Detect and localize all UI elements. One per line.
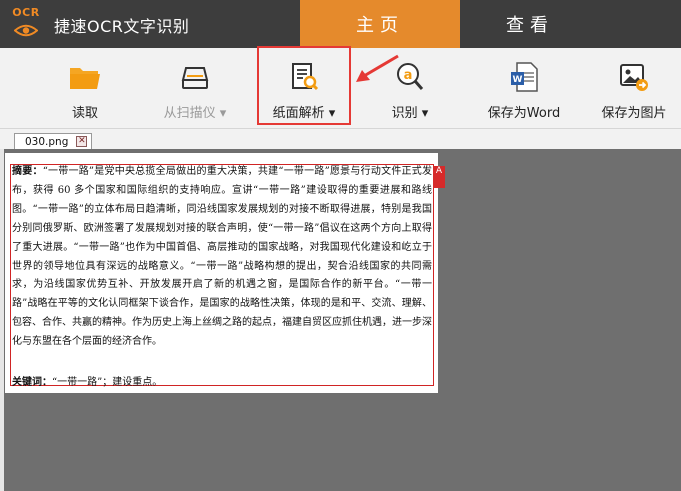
app-logo: OCR (9, 6, 43, 44)
read-button[interactable]: 读取 (50, 48, 120, 128)
read-label: 读取 (71, 106, 98, 121)
svg-text:W: W (513, 75, 523, 85)
scanner-icon (181, 67, 209, 89)
document-tab[interactable]: 030.png ✕ (14, 133, 93, 149)
folder-icon (70, 68, 100, 89)
keywords-text: “一带一路”；建设重点。 (52, 377, 163, 388)
eye-icon (14, 24, 38, 37)
logo-text: OCR (12, 6, 40, 19)
save-image-button[interactable]: 保存为图片 (592, 48, 676, 128)
abstract-label: 摘要： (12, 166, 43, 177)
tab-view[interactable]: 查看 (460, 0, 600, 48)
document-tab-label: 030.png (25, 135, 69, 148)
app-title: 捷速OCR文字识别 (54, 17, 190, 36)
scan-button[interactable]: 从扫描仪 ▾ (150, 48, 240, 128)
keywords-label: 关键词： (12, 377, 52, 388)
tab-home[interactable]: 主页 (300, 0, 460, 48)
save-word-label: 保存为Word (487, 106, 561, 121)
title-bar: OCR 捷速OCR文字识别 主页 查看 (0, 0, 681, 48)
annotation-arrow (356, 54, 399, 82)
text-region-icon[interactable]: A (433, 166, 445, 188)
abstract-text: “一带一路”是党中央总揽全局做出的重大决策，共建“一带一路”愿景与行动文件正式发… (12, 166, 433, 348)
abstract-paragraph: 摘要：“一带一路”是党中央总揽全局做出的重大决策，共建“一带一路”愿景与行动文件… (12, 163, 432, 352)
scan-label: 从扫描仪 ▾ (163, 106, 227, 121)
close-icon[interactable]: ✕ (76, 136, 88, 147)
highlight-box (257, 46, 351, 125)
keywords-line: 关键词：“一带一路”；建设重点。 (12, 373, 162, 388)
recognize-label: 识别 ▾ (391, 106, 429, 121)
word-icon: W (511, 62, 538, 92)
document-tab-strip: 030.png ✕ (0, 129, 681, 149)
svg-text:a: a (404, 68, 413, 83)
image-icon (620, 64, 648, 91)
save-image-label: 保存为图片 (601, 106, 667, 121)
left-panel-edge (0, 149, 4, 491)
save-word-button[interactable]: W 保存为Word (478, 48, 570, 128)
